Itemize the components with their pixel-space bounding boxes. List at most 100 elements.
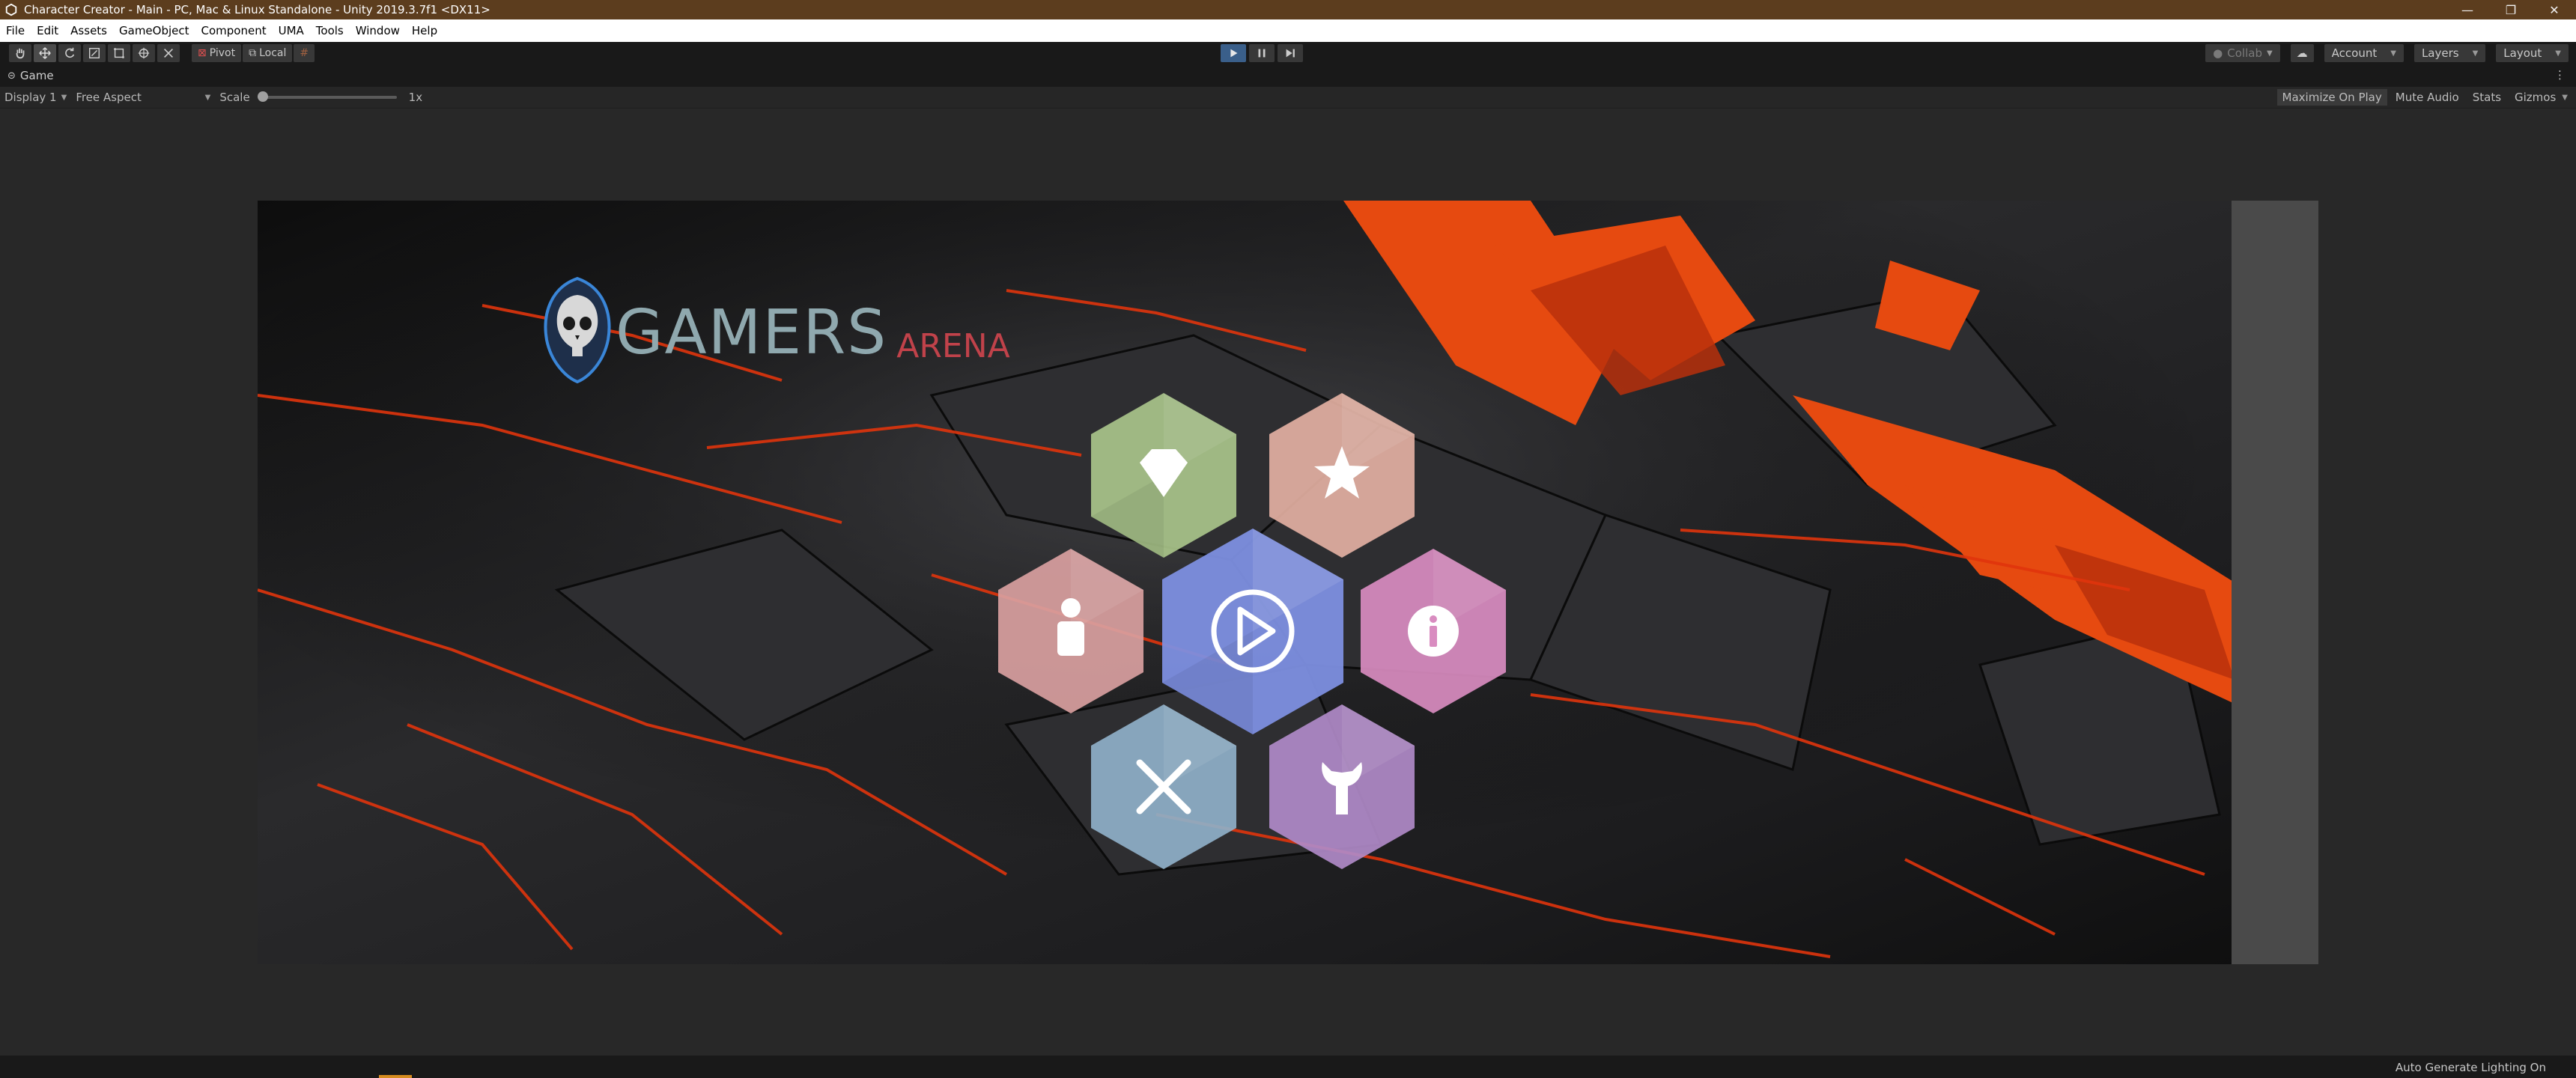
collab-icon: ● — [2213, 46, 2223, 60]
aspect-label: Free Aspect — [76, 91, 142, 104]
pivot-toggle[interactable]: ⊠ Pivot — [192, 44, 242, 62]
menu-help[interactable]: Help — [406, 24, 443, 37]
chevron-down-icon: ▼ — [2390, 49, 2396, 58]
menu-bar: File Edit Assets GameObject Component UM… — [0, 19, 2576, 42]
toolbar-right: ● Collab ▼ ☁ Account ▼ Layers ▼ Layout ▼ — [2205, 44, 2569, 62]
skull-logo-icon — [544, 276, 611, 384]
step-button[interactable] — [1278, 44, 1303, 62]
local-toggle[interactable]: ⧉ Local — [243, 44, 293, 62]
menu-uma[interactable]: UMA — [273, 24, 310, 37]
custom-tool-button[interactable] — [157, 44, 180, 62]
snap-toggle[interactable]: # — [294, 44, 315, 62]
cloud-icon: ☁ — [2296, 46, 2308, 60]
chevron-down-icon: ▼ — [2266, 49, 2273, 58]
account-label: Account — [2331, 46, 2378, 60]
chevron-down-icon: ▼ — [2562, 93, 2568, 102]
rotate-icon — [65, 47, 75, 58]
step-icon — [1286, 49, 1295, 58]
tab-menu-icon[interactable]: ⋮ — [2554, 68, 2566, 82]
scale-tool-button[interactable] — [83, 44, 106, 62]
pause-toggle[interactable] — [1249, 44, 1275, 62]
chevron-down-icon: ▼ — [2472, 49, 2479, 58]
close-icon[interactable]: ✕ — [2533, 0, 2576, 19]
tools-icon — [164, 49, 173, 58]
layers-label: Layers — [2421, 46, 2459, 60]
display-label: Display 1 — [4, 91, 57, 104]
hand-icon — [16, 48, 25, 59]
rotate-tool-button[interactable] — [58, 44, 81, 62]
lighting-progress — [379, 1075, 412, 1078]
stats-toggle[interactable]: Stats — [2467, 89, 2506, 106]
mute-audio-toggle[interactable]: Mute Audio — [2390, 89, 2464, 106]
profile-button[interactable] — [996, 546, 1146, 716]
menu-tools[interactable]: Tools — [310, 24, 350, 37]
pivot-icon: ⊠ — [198, 47, 207, 59]
unity-icon — [5, 3, 17, 16]
transform-icon — [138, 47, 150, 59]
gizmos-label: Gizmos — [2515, 91, 2557, 104]
scale-slider-thumb[interactable] — [257, 91, 268, 102]
maximize-on-play-toggle[interactable]: Maximize On Play — [2276, 89, 2387, 106]
person-icon — [1057, 598, 1084, 656]
move-tool-button[interactable] — [34, 44, 56, 62]
menu-assets[interactable]: Assets — [64, 24, 113, 37]
layout-label: Layout — [2503, 46, 2542, 60]
move-icon — [39, 47, 51, 59]
rect-tool-button[interactable] — [108, 44, 130, 62]
game-view-toolbar: Display 1 ▼ Free Aspect ▼ Scale 1x Maxim… — [0, 87, 2576, 109]
grid-snap-icon: # — [300, 47, 309, 59]
game-view-options: Maximize On Play Mute Audio Stats Gizmos… — [2276, 89, 2573, 106]
pivot-label: Pivot — [209, 47, 236, 59]
gizmos-toggle[interactable]: Gizmos ▼ — [2509, 89, 2573, 106]
account-dropdown[interactable]: Account ▼ — [2324, 44, 2404, 62]
menu-gameobject[interactable]: GameObject — [113, 24, 195, 37]
local-label: Local — [259, 47, 287, 59]
tab-game[interactable]: ⊝ Game — [0, 69, 61, 82]
collab-dropdown[interactable]: ● Collab ▼ — [2205, 44, 2280, 62]
rect-icon — [114, 48, 124, 58]
transform-tool-button[interactable] — [133, 44, 155, 62]
aspect-dropdown[interactable]: Free Aspect ▼ — [71, 91, 215, 104]
window-titlebar: Character Creator - Main - PC, Mac & Lin… — [0, 0, 2576, 19]
pause-icon — [1258, 49, 1266, 58]
collab-label: Collab — [2227, 46, 2262, 60]
chevron-down-icon: ▼ — [2555, 49, 2561, 58]
info-button[interactable] — [1358, 546, 1508, 716]
logo-subtitle: ARENA — [896, 327, 1010, 365]
scale-icon — [88, 47, 100, 59]
menu-file[interactable]: File — [0, 24, 31, 37]
play-icon — [1230, 49, 1238, 58]
cloud-button[interactable]: ☁ — [2290, 44, 2314, 62]
logo-title: GAMERS — [616, 297, 888, 368]
minimize-icon[interactable]: — — [2446, 0, 2489, 19]
status-text: Auto Generate Lighting On — [2395, 1061, 2546, 1074]
game-tab-strip: ⊝ Game ⋮ — [0, 64, 2576, 87]
gamepad-icon: ⊝ — [7, 70, 16, 82]
window-title: Character Creator - Main - PC, Mac & Lin… — [24, 3, 490, 16]
scale-value: 1x — [408, 91, 423, 104]
scale-label: Scale — [219, 91, 250, 104]
chevron-down-icon: ▼ — [61, 93, 67, 102]
hand-tool-button[interactable] — [9, 44, 31, 62]
tab-game-label: Game — [19, 69, 54, 82]
status-bar: Auto Generate Lighting On — [0, 1056, 2576, 1078]
menu-component[interactable]: Component — [195, 24, 273, 37]
chevron-down-icon: ▼ — [204, 93, 211, 102]
layout-dropdown[interactable]: Layout ▼ — [2496, 44, 2569, 62]
game-viewport[interactable]: GAMERS ARENA — [258, 201, 2318, 964]
viewport-edge — [2232, 201, 2318, 964]
settings-button[interactable] — [1267, 702, 1417, 871]
menu-window[interactable]: Window — [350, 24, 406, 37]
layers-dropdown[interactable]: Layers ▼ — [2414, 44, 2486, 62]
game-logo: GAMERS ARENA — [536, 272, 1010, 385]
local-icon: ⧉ — [249, 47, 257, 59]
info-icon — [1408, 606, 1459, 657]
display-dropdown[interactable]: Display 1 ▼ — [0, 91, 71, 104]
restore-icon[interactable]: ❐ — [2489, 0, 2533, 19]
menu-edit[interactable]: Edit — [31, 24, 64, 37]
play-toggle[interactable] — [1221, 44, 1246, 62]
play-controls — [1221, 44, 1303, 62]
exit-button[interactable] — [1089, 702, 1239, 871]
scale-control: Scale 1x — [215, 91, 427, 104]
scale-slider[interactable] — [257, 91, 397, 102]
